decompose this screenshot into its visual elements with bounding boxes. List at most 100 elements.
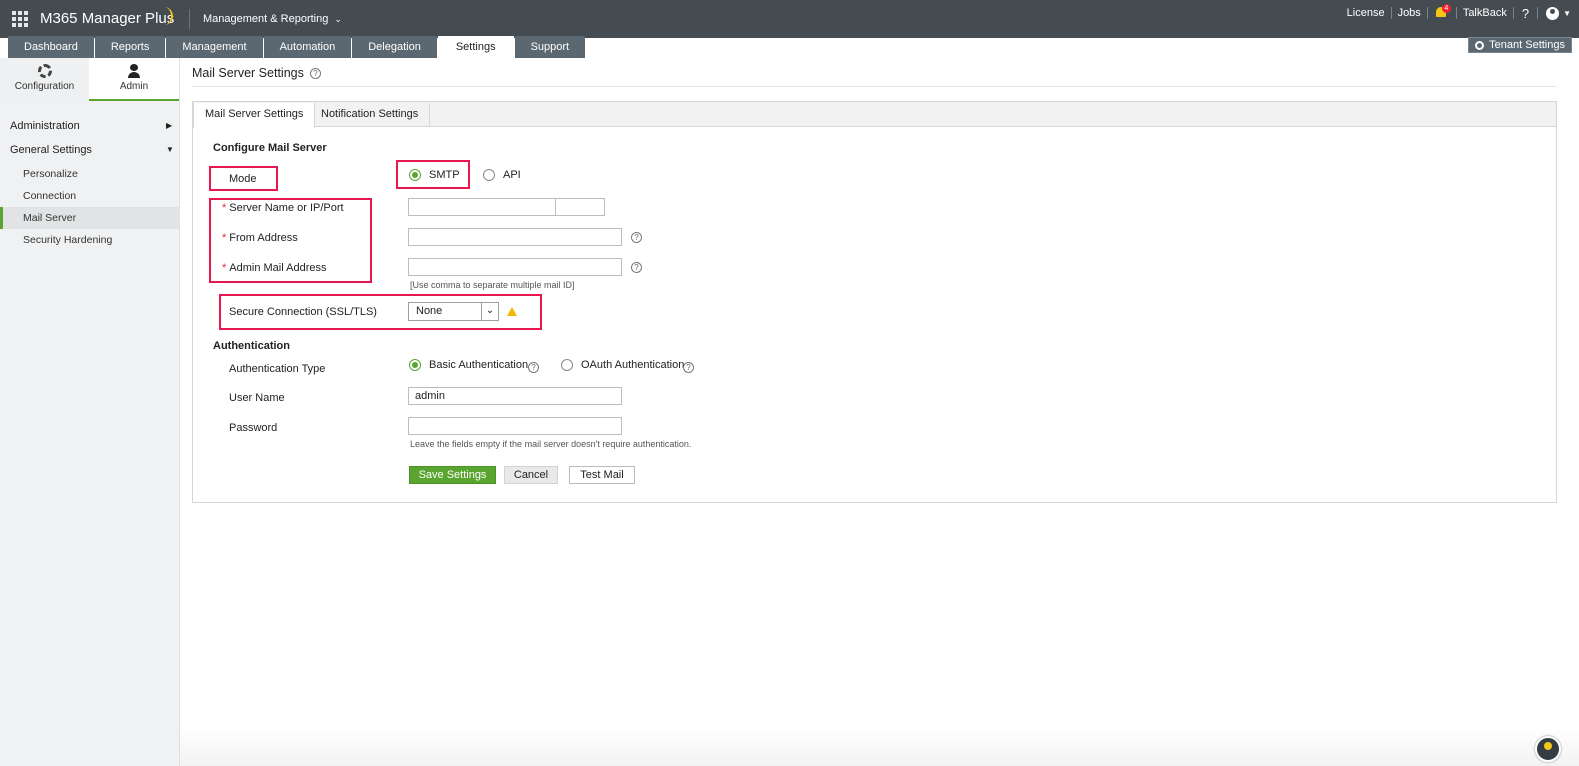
password-input[interactable] <box>408 417 622 435</box>
group-label: General Settings <box>10 144 92 156</box>
mode-api-radio[interactable]: API <box>483 169 521 182</box>
user-account-icon[interactable] <box>1546 6 1560 20</box>
sidebar-group-administration[interactable]: Administration ▶ <box>10 120 172 132</box>
basic-auth-radio[interactable]: Basic Authentication <box>409 359 529 372</box>
tenant-settings-button[interactable]: Tenant Settings <box>1468 37 1572 53</box>
mode-label: Mode <box>229 173 257 185</box>
tenant-settings-label: Tenant Settings <box>1489 39 1565 51</box>
password-label: Password <box>229 422 278 434</box>
secure-connection-value: None <box>416 305 443 317</box>
bottom-fade <box>180 728 1579 766</box>
configuration-label: Configuration <box>14 81 75 92</box>
app-grid-icon[interactable] <box>12 11 28 27</box>
admin-mail-input[interactable] <box>408 258 622 276</box>
from-address-label: * From Address <box>222 232 298 244</box>
admin-user-icon <box>127 64 141 78</box>
top-right-links: License Jobs 4 TalkBack ? ▼ <box>1341 0 1579 26</box>
from-address-input[interactable] <box>408 228 622 246</box>
main-tabs: Dashboard Reports Management Automation … <box>8 36 586 58</box>
tab-reports[interactable]: Reports <box>94 36 166 58</box>
tab-management[interactable]: Management <box>166 36 263 58</box>
help-icon[interactable]: ? <box>683 362 694 373</box>
help-icon[interactable]: ? <box>310 68 321 79</box>
chevron-down-icon: ⌄ <box>481 303 498 320</box>
tab-automation[interactable]: Automation <box>263 36 352 58</box>
api-label: API <box>503 169 521 181</box>
authentication-type-label: Authentication Type <box>229 363 326 375</box>
username-input[interactable]: admin <box>408 387 622 405</box>
sidebar-tab-configuration[interactable]: Configuration <box>0 58 89 101</box>
management-reporting-label: Management & Reporting <box>203 13 329 25</box>
from-address-label-text: From Address <box>229 232 298 244</box>
help-icon[interactable]: ? <box>631 232 642 243</box>
oauth-radio[interactable]: OAuth Authentication <box>561 359 685 372</box>
chevron-down-icon: ▼ <box>166 145 174 154</box>
tab-support[interactable]: Support <box>514 36 586 58</box>
chevron-right-icon: ▶ <box>166 121 173 130</box>
username-label: User Name <box>229 392 285 404</box>
admin-mail-label: * Admin Mail Address <box>222 262 327 274</box>
jobs-link[interactable]: Jobs <box>1392 7 1427 19</box>
sidebar-item-personalize[interactable]: Personalize <box>0 163 180 185</box>
talkback-link[interactable]: TalkBack <box>1457 7 1513 19</box>
oauth-label: OAuth Authentication <box>581 359 685 371</box>
sidebar-item-mail-server[interactable]: Mail Server <box>0 207 180 229</box>
chat-support-icon[interactable] <box>1535 736 1561 762</box>
gear-icon <box>37 64 52 78</box>
server-name-label: * Server Name or IP/Port <box>222 202 344 214</box>
notification-bell-icon[interactable]: 4 <box>1434 4 1451 20</box>
divider <box>1426 7 1428 19</box>
secure-connection-select[interactable]: None ⌄ <box>408 302 499 321</box>
management-reporting-dropdown[interactable]: Management & Reporting ⌄ <box>203 13 342 25</box>
radio-unselected-icon <box>483 169 495 182</box>
admin-mail-hint: [Use comma to separate multiple mail ID] <box>410 280 575 290</box>
basic-auth-label: Basic Authentication <box>429 359 529 371</box>
secure-connection-label: Secure Connection (SSL/TLS) <box>229 306 377 318</box>
tab-delegation[interactable]: Delegation <box>352 36 437 58</box>
license-link[interactable]: License <box>1341 7 1391 19</box>
sidebar-header: Configuration Admin <box>0 58 180 101</box>
divider <box>1537 7 1539 19</box>
configure-mail-server-heading: Configure Mail Server <box>213 142 327 154</box>
mode-smtp-radio[interactable]: SMTP <box>409 169 460 182</box>
sidebar-tab-admin[interactable]: Admin <box>89 58 179 101</box>
divider <box>189 9 190 29</box>
help-icon[interactable]: ? <box>528 362 539 373</box>
notification-count-badge: 4 <box>1441 4 1451 13</box>
app-title: M365 Manager Plus <box>40 10 175 27</box>
page-title: Mail Server Settings <box>192 66 304 80</box>
server-name-label-text: Server Name or IP/Port <box>229 202 344 214</box>
help-icon[interactable]: ? <box>631 262 642 273</box>
chevron-down-icon: ⌄ <box>334 14 342 24</box>
tab-mail-server-settings[interactable]: Mail Server Settings <box>193 103 316 128</box>
radio-selected-icon <box>409 359 421 372</box>
group-label: Administration <box>10 120 80 132</box>
authentication-hint: Leave the fields empty if the mail serve… <box>410 439 692 449</box>
test-mail-button[interactable]: Test Mail <box>569 466 635 484</box>
sidebar: Configuration Admin Administration ▶ Gene… <box>0 58 180 766</box>
radio-selected-icon <box>409 169 421 182</box>
help-link[interactable]: ? <box>1514 6 1537 21</box>
top-bar: M365 Manager Plus Management & Reporting… <box>0 0 1579 38</box>
radio-unselected-icon <box>561 359 573 372</box>
port-input[interactable] <box>555 198 605 216</box>
settings-panel: Mail Server Settings Notification Settin… <box>192 101 1557 503</box>
smtp-label: SMTP <box>429 169 460 181</box>
tab-settings[interactable]: Settings <box>437 36 514 58</box>
sidebar-item-connection[interactable]: Connection <box>0 185 180 207</box>
save-settings-button[interactable]: Save Settings <box>409 466 496 484</box>
cancel-button[interactable]: Cancel <box>504 466 558 484</box>
admin-mail-label-text: Admin Mail Address <box>229 262 327 274</box>
gear-icon <box>1475 40 1485 50</box>
user-menu-chevron-icon[interactable]: ▼ <box>1563 9 1571 18</box>
warning-icon <box>507 307 517 316</box>
authentication-heading: Authentication <box>213 340 290 352</box>
server-name-input[interactable] <box>408 198 556 216</box>
tab-notification-settings[interactable]: Notification Settings <box>310 103 431 127</box>
divider <box>192 86 1556 87</box>
tab-dashboard[interactable]: Dashboard <box>8 36 94 58</box>
sidebar-group-general-settings[interactable]: General Settings ▼ <box>10 144 174 156</box>
panel-tabs: Mail Server Settings Notification Settin… <box>193 102 1556 128</box>
admin-label: Admin <box>119 81 149 92</box>
sidebar-item-security-hardening[interactable]: Security Hardening <box>0 229 180 251</box>
